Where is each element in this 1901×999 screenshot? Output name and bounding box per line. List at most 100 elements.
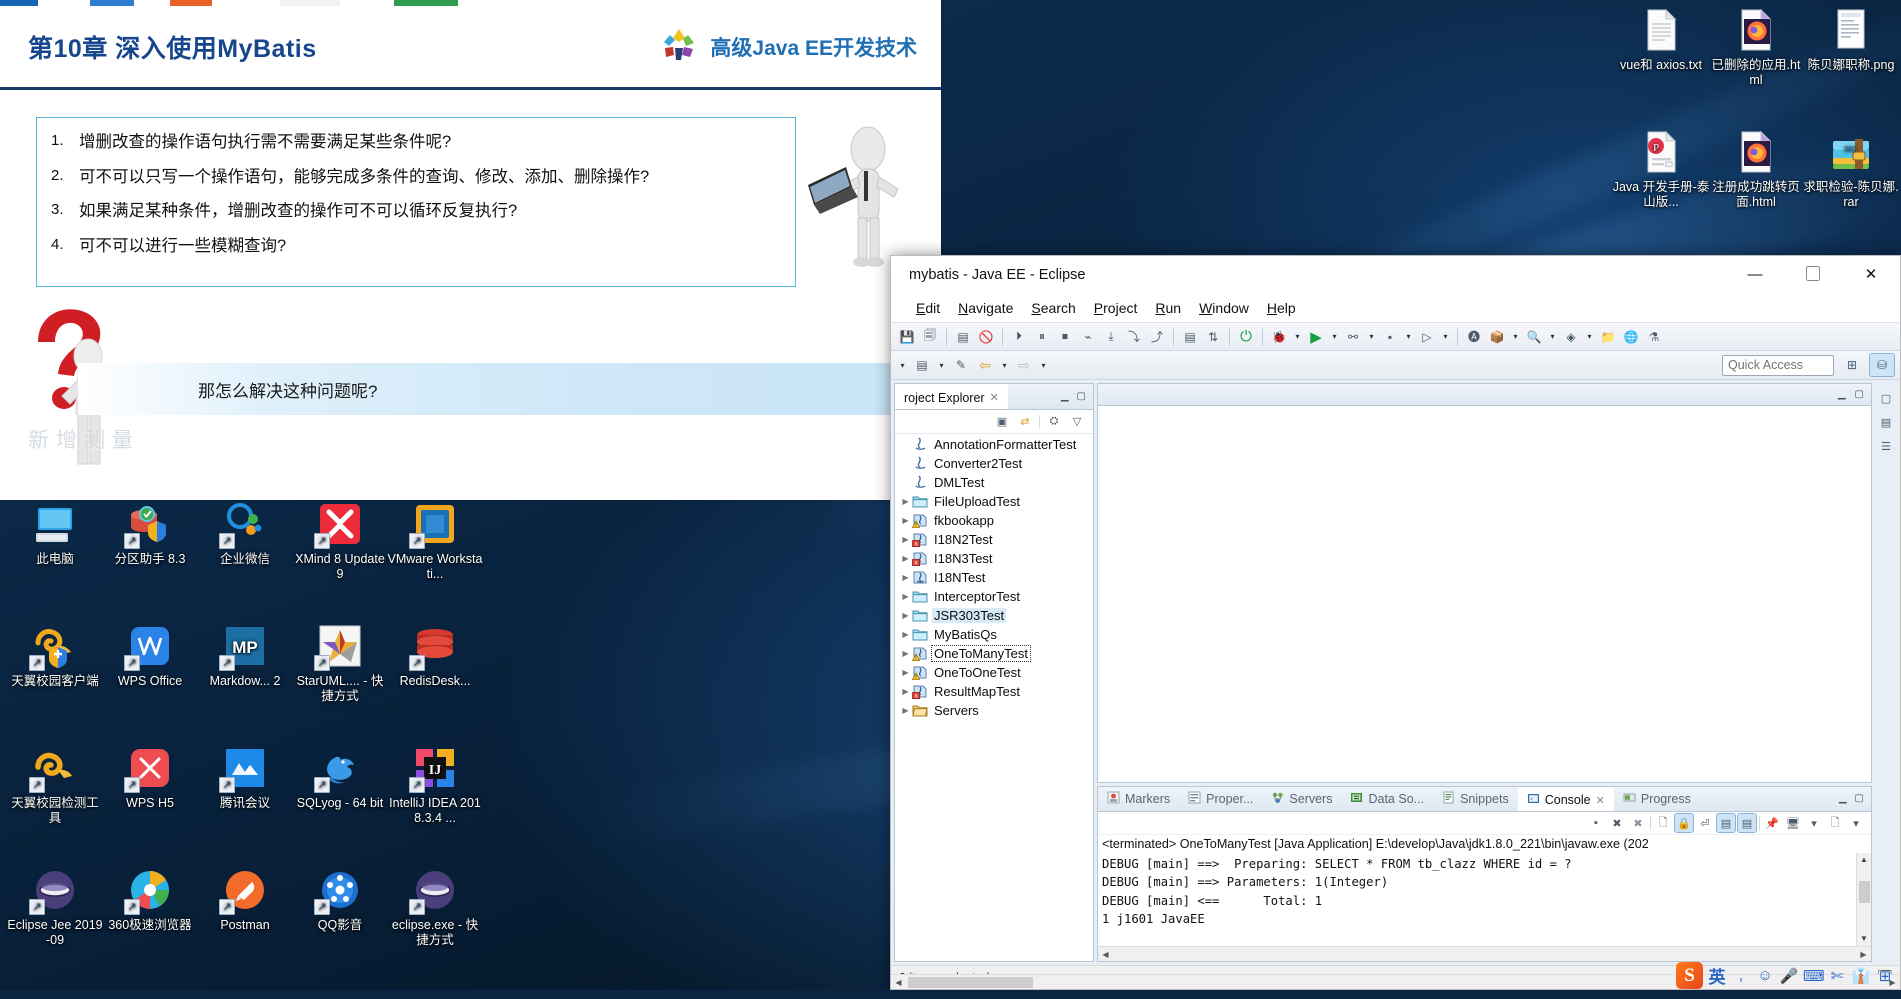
forward-caret-icon[interactable]: ▾ bbox=[1038, 355, 1049, 375]
expand-arrow-icon[interactable]: ▶ bbox=[899, 611, 912, 620]
expand-arrow-icon[interactable]: ▶ bbox=[899, 516, 912, 525]
tree-item-converter2test[interactable]: Converter2Test bbox=[895, 454, 1093, 473]
maximize-panel-icon[interactable]: ▢ bbox=[1077, 391, 1086, 402]
expand-arrow-icon[interactable]: ▶ bbox=[899, 630, 912, 639]
annotation-icon[interactable]: ✎ bbox=[951, 355, 971, 375]
desktop-icon-this-pc[interactable]: 此电脑 bbox=[6, 500, 104, 567]
display-selected-console-icon[interactable]: 🖥 bbox=[1784, 814, 1802, 832]
tab-progress[interactable]: Progress bbox=[1614, 787, 1700, 811]
menu-item-help[interactable]: Help bbox=[1258, 298, 1305, 318]
stop-caret-icon[interactable]: ▾ bbox=[1403, 327, 1414, 347]
open-console-caret-icon[interactable]: ▾ bbox=[1847, 814, 1865, 832]
maximize-editor-icon[interactable]: ▢ bbox=[1855, 389, 1864, 400]
pin-console-icon[interactable]: 📌 bbox=[1763, 814, 1781, 832]
menu-item-run[interactable]: Run bbox=[1146, 298, 1190, 318]
remove-all-launches-icon[interactable]: ✖ bbox=[1629, 814, 1647, 832]
tree-item-servers[interactable]: ▶ Servers bbox=[895, 701, 1093, 720]
desktop-icon-vmware[interactable]: ↗ VMware Workstati... bbox=[386, 500, 484, 582]
link-with-editor-icon[interactable]: ⇄ bbox=[1016, 413, 1034, 431]
tree-item-dmltest[interactable]: DMLTest bbox=[895, 473, 1093, 492]
remove-launch-icon[interactable]: ✖ bbox=[1608, 814, 1626, 832]
maximize-button[interactable]: ▢ bbox=[1784, 256, 1842, 294]
desktop-icon-firefox-html[interactable]: 已删除的应用.html bbox=[1707, 6, 1805, 88]
run-on-server-icon[interactable]: ▷ bbox=[1417, 327, 1437, 347]
quick-access-input[interactable] bbox=[1722, 354, 1834, 376]
minimize-panel-icon[interactable]: ▁ bbox=[1061, 391, 1069, 402]
suspend-icon[interactable]: ⏸ bbox=[1032, 327, 1052, 347]
run-on-server-caret-icon[interactable]: ▾ bbox=[1440, 327, 1451, 347]
tree-item-jsr303test[interactable]: ▶ JSR303Test bbox=[895, 606, 1093, 625]
tab-project-explorer[interactable]: roject Explorer ✕ bbox=[895, 384, 1008, 409]
step-over-icon[interactable]: ⤵ bbox=[1124, 327, 1144, 347]
sogou-logo-icon[interactable]: S bbox=[1676, 962, 1703, 989]
console-vscrollbar[interactable]: ▲ ▼ bbox=[1856, 853, 1871, 946]
open-type-caret-icon[interactable]: ▾ bbox=[1584, 327, 1595, 347]
save-all-icon[interactable]: 🗐 bbox=[920, 327, 940, 347]
breakpoint-caret-icon[interactable]: ▾ bbox=[936, 355, 947, 375]
desktop-icon-sqlyog[interactable]: ↗ SQLyog - 64 bit bbox=[291, 744, 389, 811]
desktop-icon-redis-desktop[interactable]: ↗ RedisDesk... bbox=[386, 622, 484, 689]
run-icon[interactable]: ▶ bbox=[1306, 327, 1326, 347]
tab-console[interactable]: > Console ✕ bbox=[1517, 787, 1614, 811]
desktop-icon-eclipse[interactable]: ↗ Eclipse Jee 2019-09 bbox=[6, 866, 104, 948]
desktop-icon-xmind[interactable]: ↗ XMind 8 Update 9 bbox=[291, 500, 389, 582]
new-package-icon[interactable]: 📦 bbox=[1487, 327, 1507, 347]
tree-item-resultmaptest[interactable]: ▶ x ResultMapTest bbox=[895, 682, 1093, 701]
sogou-ime-toolbar[interactable]: S 英 , ☺ 🎤 ⌨ ✄ 👔 ⊞ bbox=[1676, 962, 1895, 989]
expand-arrow-icon[interactable]: ▶ bbox=[899, 668, 912, 677]
collapse-all-icon[interactable]: ▣ bbox=[993, 413, 1011, 431]
tab-snippets[interactable]: Snippets bbox=[1433, 787, 1518, 811]
console-output[interactable]: <terminated> OneToManyTest [Java Applica… bbox=[1098, 835, 1871, 961]
restore-icon[interactable]: ▢ bbox=[1877, 389, 1895, 407]
desktop-icon-png-image[interactable]: 陈贝娜职称.png bbox=[1802, 6, 1900, 73]
desktop-icon-text-file[interactable]: vue和 axios.txt bbox=[1612, 6, 1710, 73]
eclipse-secondary-toolbar[interactable]: ▾ ▤ ▾ ✎ ⇦ ▾ ⇨ ▾ ⊞ ⛁ bbox=[891, 351, 1900, 380]
desktop-icon-wecom[interactable]: ↗ 企业微信 bbox=[196, 500, 294, 567]
show-console-on-output-icon[interactable]: ▤ bbox=[1716, 813, 1736, 833]
run-external-tools-icon[interactable]: ⚯ bbox=[1343, 327, 1363, 347]
java-ee-perspective-icon[interactable]: ⛁ bbox=[1869, 353, 1895, 377]
tree-item-fkbookapp[interactable]: ▶! fkbookapp bbox=[895, 511, 1093, 530]
ime-keyboard-icon[interactable]: ⌨ bbox=[1803, 967, 1825, 985]
desktop-icon-tencent-meeting[interactable]: ↗ 腾讯会议 bbox=[196, 744, 294, 811]
forward-icon[interactable]: ⇨ bbox=[1014, 355, 1034, 375]
eclipse-window[interactable]: mybatis - Java EE - Eclipse — ▢ ✕ Edit Na… bbox=[890, 255, 1901, 990]
tree-item-i18n2test[interactable]: ▶ x I18N2Test bbox=[895, 530, 1093, 549]
desktop-icon-staruml[interactable]: ↗ StarUML.... - 快捷方式 bbox=[291, 622, 389, 704]
open-console-icon[interactable]: 🗋 bbox=[1826, 814, 1844, 832]
minimize-editor-icon[interactable]: ▁ bbox=[1838, 389, 1846, 400]
scroll-left-icon[interactable]: ◀ bbox=[891, 978, 906, 987]
resume-icon[interactable]: ⏵ bbox=[1009, 327, 1029, 347]
close-icon[interactable]: ✕ bbox=[1596, 794, 1605, 807]
console-hscrollbar[interactable]: ◀ ▶ bbox=[1098, 946, 1871, 961]
open-type-icon[interactable]: ◈ bbox=[1561, 327, 1581, 347]
ime-skin-icon[interactable]: 👔 bbox=[1851, 967, 1871, 985]
terminate-console-icon[interactable]: ▪ bbox=[1587, 814, 1605, 832]
console-view-icon[interactable]: ▤ bbox=[953, 327, 973, 347]
menu-item-search[interactable]: Search bbox=[1022, 298, 1084, 318]
terminate-icon[interactable]: ⏹ bbox=[1055, 327, 1075, 347]
show-console-on-error-icon[interactable]: ▤ bbox=[1737, 813, 1757, 833]
expand-arrow-icon[interactable]: ▶ bbox=[899, 497, 912, 506]
toggle-breakpoint-icon[interactable]: ▤ bbox=[912, 355, 932, 375]
desktop-icon-rar-archive[interactable]: 360 求职检验-陈贝娜.rar bbox=[1802, 128, 1900, 210]
close-button[interactable]: ✕ bbox=[1842, 256, 1900, 294]
tree-item-onetoonetest[interactable]: ▶! OneToOneTest bbox=[895, 663, 1093, 682]
minimize-button[interactable]: — bbox=[1726, 256, 1784, 294]
desktop-icon-pdf-file[interactable]: P Java 开发手册-泰山版... bbox=[1612, 128, 1710, 210]
tree-item-interceptortest[interactable]: ▶ InterceptorTest bbox=[895, 587, 1093, 606]
ime-toolbox-icon[interactable]: ⊞ bbox=[1875, 967, 1895, 985]
search-caret-icon[interactable]: ▾ bbox=[1547, 327, 1558, 347]
desktop-icon-qq-player[interactable]: ↗ QQ影音 bbox=[291, 866, 389, 933]
new-package-caret-icon[interactable]: ▾ bbox=[1510, 327, 1521, 347]
expand-arrow-icon[interactable]: ▶ bbox=[899, 573, 912, 582]
ime-emoji-icon[interactable]: ☺ bbox=[1755, 967, 1775, 984]
scroll-down-icon[interactable]: ▼ bbox=[1860, 932, 1868, 946]
editor-area[interactable]: ▁ ▢ bbox=[1097, 383, 1872, 783]
desktop-icon-intellij-idea[interactable]: IJ ↗ IntelliJ IDEA 2018.3.4 ... bbox=[386, 744, 484, 826]
stop-server-icon[interactable]: ⏻ bbox=[1236, 327, 1256, 347]
minimize-panel-icon[interactable]: ▁ bbox=[1839, 794, 1847, 804]
maximize-panel-icon[interactable]: ▢ bbox=[1855, 794, 1864, 804]
debug-icon[interactable]: 🐞 bbox=[1269, 327, 1289, 347]
clear-console-icon[interactable]: 🗋 bbox=[1654, 814, 1672, 832]
